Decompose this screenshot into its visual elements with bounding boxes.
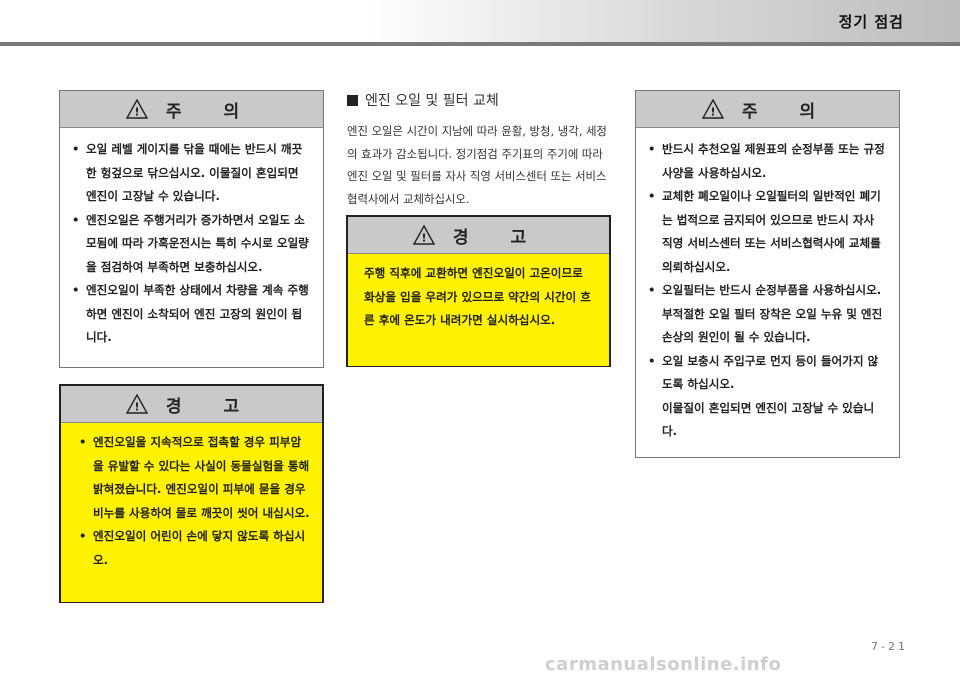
page-header-title: 정기 점검 bbox=[838, 13, 904, 31]
list-item: 반드시 추천오일 제원표의 순정부품 또는 규정사양을 사용하십시오. bbox=[648, 138, 887, 185]
header-rule bbox=[0, 42, 960, 46]
list-item: 교체한 폐오일이나 오일필터의 일반적인 폐기는 법적으로 금지되어 있으므로 … bbox=[648, 185, 887, 279]
warning-list: 엔진오일을 지속적으로 접촉할 경우 피부암을 유발할 수 있다는 사실이 동물… bbox=[61, 423, 322, 580]
warning-triangle-icon: ! bbox=[125, 394, 148, 414]
warning-triangle-icon: ! bbox=[701, 99, 724, 119]
left-warning-box: ! 경 고 엔진오일을 지속적으로 접촉할 경우 피부암을 유발할 수 있다는 … bbox=[59, 384, 324, 603]
warning-body: 엔진오일을 지속적으로 접촉할 경우 피부암을 유발할 수 있다는 사실이 동물… bbox=[61, 423, 322, 602]
caution-heading-bar: ! 주 의 bbox=[60, 91, 323, 128]
warning-heading-bar: ! 경 고 bbox=[61, 386, 322, 423]
right-caution-box: ! 주 의 반드시 추천오일 제원표의 순정부품 또는 규정사양을 사용하십시오… bbox=[635, 90, 900, 458]
warning-body: 주행 직후에 교환하면 엔진오일이 고온이므로 화상을 입을 우려가 있으므로 … bbox=[348, 254, 609, 366]
caution-list: 반드시 추천오일 제원표의 순정부품 또는 규정사양을 사용하십시오. 교체한 … bbox=[636, 128, 899, 452]
svg-text:!: ! bbox=[134, 106, 139, 119]
middle-warning-box: ! 경 고 주행 직후에 교환하면 엔진오일이 고온이므로 화상을 입을 우려가… bbox=[346, 215, 611, 367]
caution-heading: 주 의 bbox=[741, 101, 834, 122]
section-title-text: 엔진 오일 및 필터 교체 bbox=[365, 93, 499, 109]
svg-text:!: ! bbox=[134, 401, 139, 414]
page-number: 7-21 bbox=[871, 640, 908, 653]
svg-text:!: ! bbox=[710, 106, 715, 119]
square-bullet-icon bbox=[347, 94, 358, 106]
watermark: carmanualsonline.info bbox=[545, 654, 782, 675]
svg-text:!: ! bbox=[421, 232, 426, 245]
section-paragraph: 엔진 오일은 시간이 지남에 따라 윤활, 방청, 냉각, 세정의 효과가 감소… bbox=[347, 124, 607, 206]
caution-heading: 주 의 bbox=[165, 101, 258, 122]
list-item: 이물질이 혼입되면 엔진이 고장날 수 있습니다. bbox=[662, 400, 875, 439]
list-item: 오일필터는 반드시 순정부품을 사용하십시오. bbox=[648, 279, 887, 303]
header-bar: 정기 점검 bbox=[0, 0, 960, 42]
warning-text: 주행 직후에 교환하면 엔진오일이 고온이므로 화상을 입을 우려가 있으므로 … bbox=[364, 266, 591, 327]
section-title: 엔진 오일 및 필터 교체 bbox=[347, 90, 499, 110]
list-item: 엔진오일이 어린이 손에 닿지 않도록 하십시오. bbox=[79, 525, 310, 572]
warning-triangle-icon: ! bbox=[412, 225, 435, 245]
list-item: 엔진오일을 지속적으로 접촉할 경우 피부암을 유발할 수 있다는 사실이 동물… bbox=[79, 431, 310, 525]
warning-heading: 경 고 bbox=[165, 396, 258, 417]
list-item: 엔진오일이 부족한 상태에서 차량을 계속 주행하면 엔진이 소착되어 엔진 고… bbox=[72, 279, 311, 350]
list-item: 부적절한 오일 필터 장착은 오일 누유 및 엔진 손상의 원인이 될 수 있습… bbox=[662, 306, 883, 345]
warning-heading-bar: ! 경 고 bbox=[348, 217, 609, 254]
warning-triangle-icon: ! bbox=[125, 99, 148, 119]
caution-heading-bar: ! 주 의 bbox=[636, 91, 899, 128]
left-caution-box: ! 주 의 오일 레벨 게이지를 닦을 때에는 반드시 깨끗한 헝겊으로 닦으십… bbox=[59, 90, 324, 368]
list-item: 엔진오일은 주행거리가 증가하면서 오일도 소모됨에 따라 가혹운전시는 특히 … bbox=[72, 209, 311, 280]
list-item: 오일 레벨 게이지를 닦을 때에는 반드시 깨끗한 헝겊으로 닦으십시오. 이물… bbox=[72, 138, 311, 209]
warning-heading: 경 고 bbox=[452, 227, 545, 248]
list-item: 오일 보충시 주입구로 먼지 등이 들어가지 않도록 하십시오. bbox=[648, 350, 887, 397]
caution-list: 오일 레벨 게이지를 닦을 때에는 반드시 깨끗한 헝겊으로 닦으십시오. 이물… bbox=[60, 128, 323, 358]
